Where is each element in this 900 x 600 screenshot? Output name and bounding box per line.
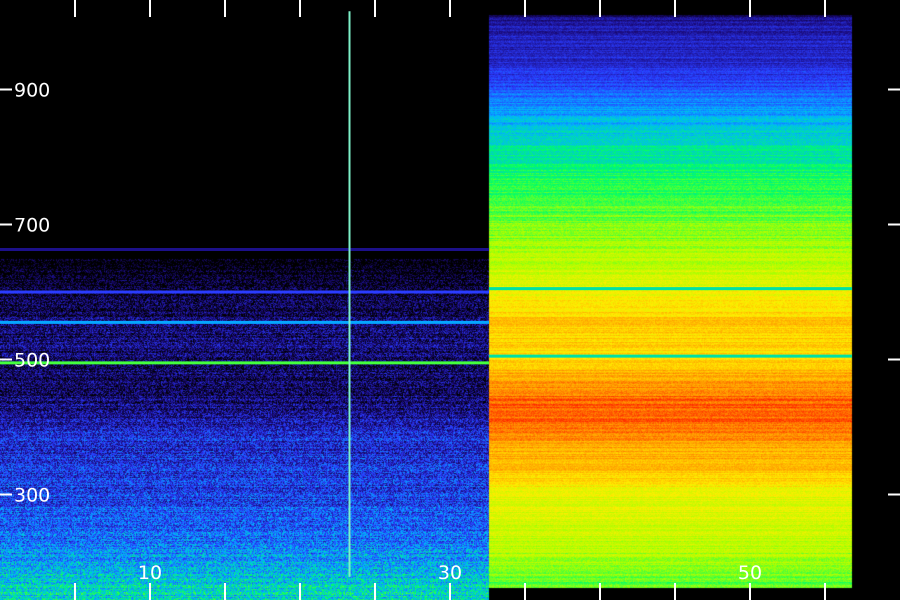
y-tick-label: 700 bbox=[14, 215, 50, 237]
x-tick-label: 50 bbox=[738, 562, 762, 584]
x-tick-label: 30 bbox=[438, 562, 462, 584]
y-tick-label: 500 bbox=[14, 350, 50, 372]
y-tick-label: 900 bbox=[14, 80, 50, 102]
x-tick-label: 10 bbox=[138, 562, 162, 584]
y-tick-label: 300 bbox=[14, 485, 50, 507]
spectrogram-heatmap bbox=[0, 0, 900, 600]
plot-area bbox=[0, 0, 900, 600]
spectrogram-chart: 300 500 700 900 10 30 50 bbox=[0, 0, 900, 600]
